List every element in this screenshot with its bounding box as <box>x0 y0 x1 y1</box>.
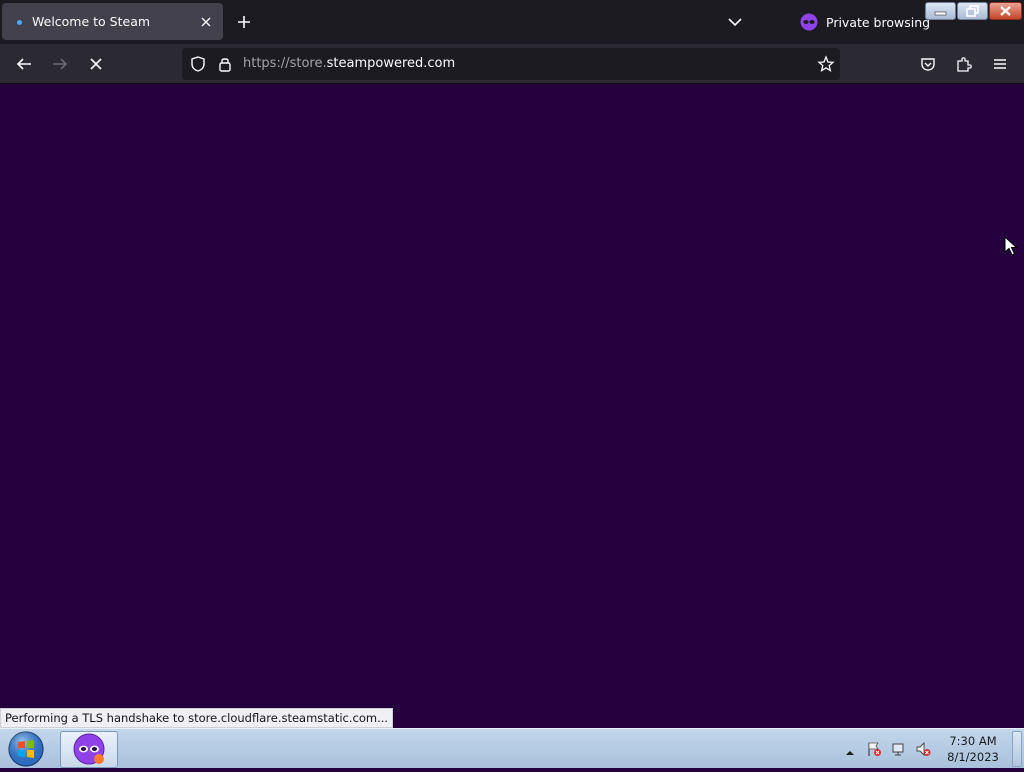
stop-loading-icon[interactable] <box>87 55 105 73</box>
forward-arrow-icon[interactable] <box>51 55 69 73</box>
taskbar-firefox-private-button[interactable] <box>60 731 118 768</box>
bookmark-star-icon[interactable] <box>817 55 835 73</box>
url-host: steampowered.com <box>326 56 456 71</box>
tab-welcome-to-steam[interactable]: Welcome to Steam <box>2 3 223 40</box>
url-text[interactable]: https://store.steampowered.com <box>243 56 455 71</box>
clock-date: 8/1/2023 <box>947 750 999 764</box>
taskbar: 7:30 AM 8/1/2023 <box>0 728 1024 768</box>
pocket-icon[interactable] <box>919 55 937 73</box>
lock-icon[interactable] <box>216 55 234 73</box>
window-minimize-button[interactable] <box>925 2 956 20</box>
firefox-private-browsing-icon <box>73 733 105 765</box>
private-mask-icon <box>800 13 818 31</box>
network-icon[interactable] <box>891 741 907 757</box>
back-arrow-icon[interactable] <box>15 55 33 73</box>
private-browsing-indicator: Private browsing <box>800 12 930 32</box>
volume-muted-icon[interactable] <box>915 741 931 757</box>
page-content-area[interactable] <box>0 85 1024 728</box>
new-tab-plus-icon[interactable] <box>235 13 253 31</box>
action-center-flag-icon[interactable] <box>866 741 882 757</box>
list-all-tabs-chevron-down-icon[interactable] <box>726 13 744 31</box>
window-restore-button[interactable] <box>957 2 988 20</box>
status-panel: Performing a TLS handshake to store.clou… <box>0 708 394 728</box>
tab-title: Welcome to Steam <box>32 14 151 29</box>
url-scheme-prefix: https://store. <box>243 56 327 71</box>
start-button-windows-orb-icon[interactable] <box>6 730 46 768</box>
private-browsing-label: Private browsing <box>826 14 931 30</box>
tab-close-icon[interactable] <box>197 13 215 31</box>
extensions-puzzle-icon[interactable] <box>955 55 973 73</box>
show-desktop-button[interactable] <box>1012 731 1022 767</box>
tab-loading-indicator-icon <box>17 20 22 25</box>
mouse-cursor-icon <box>1004 235 1018 256</box>
clock-time: 7:30 AM <box>949 734 997 748</box>
window-close-button[interactable] <box>989 2 1022 20</box>
navigation-toolbar: https://store.steampowered.com <box>0 44 1024 84</box>
hamburger-menu-icon[interactable] <box>991 55 1009 73</box>
url-bar[interactable]: https://store.steampowered.com <box>182 48 840 80</box>
show-hidden-icons-arrow-icon[interactable] <box>845 743 855 755</box>
shield-icon[interactable] <box>189 55 207 73</box>
system-clock[interactable]: 7:30 AM 8/1/2023 <box>944 733 1002 765</box>
tab-strip: Welcome to Steam Private browsing <box>0 0 1024 44</box>
